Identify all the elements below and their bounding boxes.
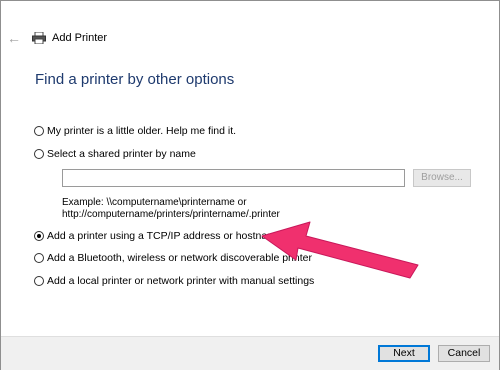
option-older-printer-label: My printer is a little older. Help me fi… — [47, 125, 237, 137]
option-older-printer[interactable]: My printer is a little older. Help me fi… — [34, 124, 236, 138]
title-bar: ← Add Printer — [1, 1, 499, 71]
page-heading: Find a printer by other options — [35, 71, 235, 88]
option-shared-printer-label: Select a shared printer by name — [47, 148, 196, 160]
example-line-1: Example: \\computername\printername or — [62, 197, 247, 208]
option-tcpip[interactable]: Add a printer using a TCP/IP address or … — [34, 229, 282, 243]
option-bluetooth[interactable]: Add a Bluetooth, wireless or network dis… — [34, 251, 312, 265]
radio-tcpip[interactable] — [34, 231, 44, 241]
option-shared-printer[interactable]: Select a shared printer by name — [34, 147, 196, 161]
window-title: Add Printer — [52, 32, 108, 44]
cancel-button[interactable]: Cancel — [438, 345, 490, 362]
option-tcpip-label: Add a printer using a TCP/IP address or … — [47, 230, 282, 242]
next-button[interactable]: Next — [378, 345, 430, 362]
example-line-2: http://computername/printers/printername… — [62, 209, 280, 220]
printer-icon — [32, 32, 46, 44]
shared-printer-name-input[interactable] — [62, 169, 405, 187]
radio-older-printer[interactable] — [34, 126, 44, 136]
radio-shared-printer[interactable] — [34, 149, 44, 159]
add-printer-window: ← Add Printer Find a printer by other op… — [0, 0, 500, 370]
radio-bluetooth[interactable] — [34, 253, 44, 263]
back-arrow-icon[interactable]: ← — [7, 31, 21, 45]
option-local-printer-label: Add a local printer or network printer w… — [47, 275, 315, 287]
option-local-printer[interactable]: Add a local printer or network printer w… — [34, 274, 314, 288]
browse-button[interactable]: Browse... — [413, 169, 471, 187]
radio-local-printer[interactable] — [34, 276, 44, 286]
option-bluetooth-label: Add a Bluetooth, wireless or network dis… — [47, 252, 312, 264]
